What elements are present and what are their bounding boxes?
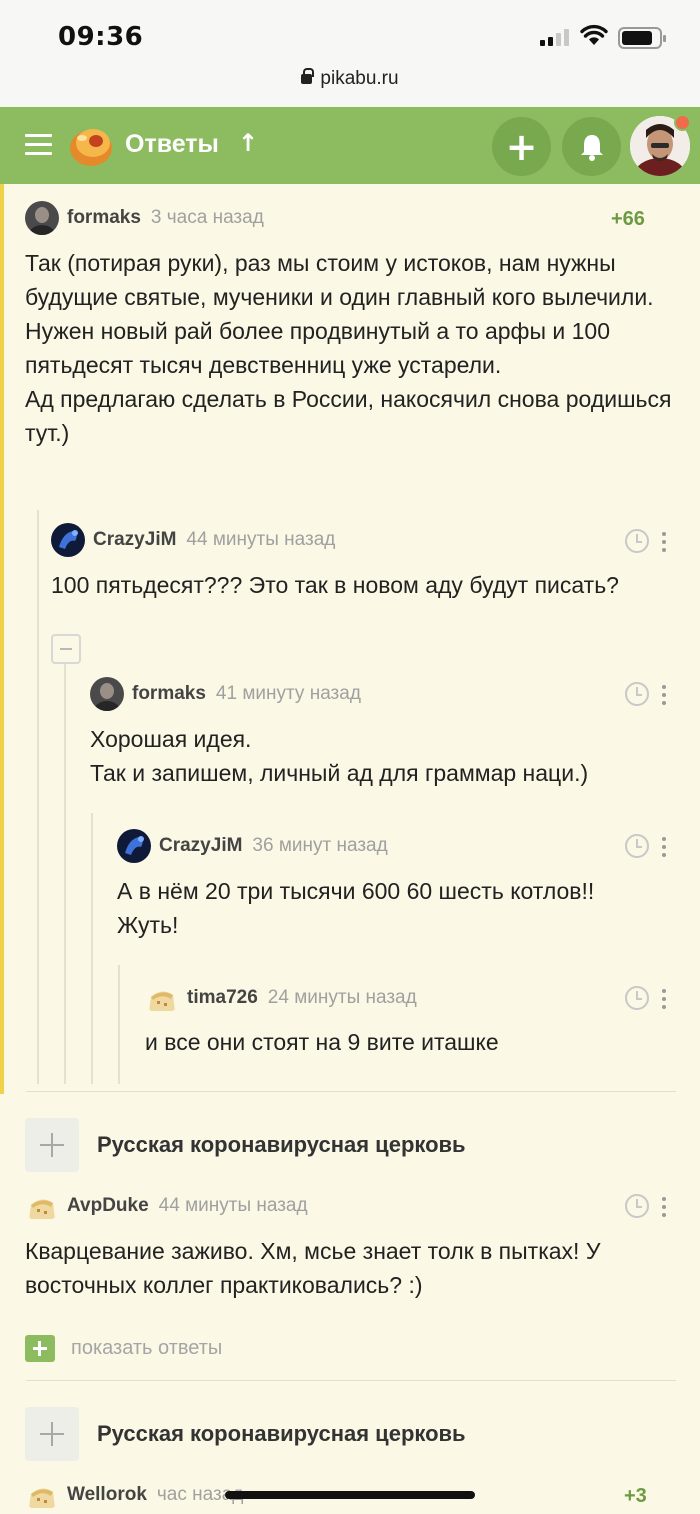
- comment-author[interactable]: tima726: [187, 987, 258, 1009]
- pikabu-logo-icon[interactable]: [68, 122, 114, 168]
- plus-icon: +: [505, 124, 538, 169]
- address-bar[interactable]: pikabu.ru: [0, 68, 700, 90]
- comment-header: tima726 24 минуты назад: [145, 981, 417, 1015]
- avatar[interactable]: [145, 981, 179, 1015]
- notifications-button[interactable]: [562, 117, 621, 176]
- comment-time[interactable]: 36 минут назад: [252, 835, 387, 857]
- more-options-icon[interactable]: [662, 532, 666, 552]
- clock-icon[interactable]: [625, 1194, 649, 1218]
- status-bar: 09:36 pikabu.ru: [0, 0, 700, 107]
- community-title[interactable]: Русская коронавирусная церковь: [97, 1421, 466, 1447]
- comment-time[interactable]: 3 часа назад: [151, 207, 264, 229]
- notification-dot: [674, 114, 691, 131]
- url-text: pikabu.ru: [320, 68, 399, 89]
- avatar[interactable]: [25, 1478, 59, 1512]
- comment-header: AvpDuke 44 минуты назад: [25, 1189, 308, 1223]
- show-replies-label: показать ответы: [71, 1337, 223, 1359]
- comment-rating: +66: [611, 208, 645, 230]
- thread-line[interactable]: [91, 813, 93, 1084]
- comment-text: Кварцевание заживо. Хм, мсье знает толк …: [25, 1238, 601, 1298]
- comment-header: CrazyJiM 36 минут назад: [117, 829, 388, 863]
- community-title[interactable]: Русская коронавирусная церковь: [97, 1132, 466, 1158]
- comment-time[interactable]: 44 минуты назад: [186, 529, 335, 551]
- more-options-icon[interactable]: [662, 989, 666, 1009]
- arrow-up-icon[interactable]: ↑: [238, 129, 258, 157]
- clock-time: 09:36: [58, 22, 144, 52]
- lock-icon: [301, 68, 315, 84]
- comment-author[interactable]: AvpDuke: [67, 1195, 149, 1217]
- avatar[interactable]: [51, 523, 85, 557]
- avatar[interactable]: [90, 677, 124, 711]
- collapse-thread-button[interactable]: [51, 634, 81, 664]
- plus-icon: [25, 1335, 55, 1362]
- divider: [26, 1380, 676, 1381]
- page-title[interactable]: Ответы: [125, 130, 219, 159]
- plus-icon[interactable]: [25, 1118, 79, 1172]
- comment-author[interactable]: Wellorok: [67, 1484, 147, 1506]
- comment-text: Хорошая идея. Так и запишем, личный ад д…: [90, 726, 589, 786]
- community-row[interactable]: Русская коронавирусная церковь: [25, 1407, 466, 1461]
- more-options-icon[interactable]: [662, 837, 666, 857]
- comment-author[interactable]: formaks: [132, 683, 206, 705]
- comment-author[interactable]: CrazyJiM: [159, 835, 242, 857]
- clock-icon[interactable]: [625, 986, 649, 1010]
- avatar[interactable]: [117, 829, 151, 863]
- comment-text: 100 пятьдесят??? Это так в новом аду буд…: [51, 572, 619, 598]
- comment-rating: +3: [624, 1485, 647, 1507]
- comment-header: formaks 41 минуту назад: [90, 677, 361, 711]
- comment-header: Wellorok час назад: [25, 1478, 243, 1512]
- avatar[interactable]: [25, 1189, 59, 1223]
- comment-author[interactable]: formaks: [67, 207, 141, 229]
- comment-time[interactable]: 44 минуты назад: [159, 1195, 308, 1217]
- app-header: Ответы ↑ +: [0, 107, 700, 184]
- thread-accent-stripe: [0, 184, 4, 1094]
- cellular-signal-icon: [540, 28, 569, 46]
- community-row[interactable]: Русская коронавирусная церковь: [25, 1118, 466, 1172]
- more-options-icon[interactable]: [662, 1197, 666, 1217]
- bell-icon: [580, 134, 603, 161]
- clock-icon[interactable]: [625, 834, 649, 858]
- show-replies-button[interactable]: показать ответы: [25, 1335, 222, 1362]
- plus-icon[interactable]: [25, 1407, 79, 1461]
- wifi-icon: [580, 24, 608, 45]
- clock-icon[interactable]: [625, 682, 649, 706]
- battery-icon: [618, 27, 666, 49]
- divider: [26, 1091, 676, 1092]
- clock-icon[interactable]: [625, 529, 649, 553]
- thread-line[interactable]: [37, 510, 39, 1084]
- comment-text: А в нём 20 три тысячи 600 60 шесть котло…: [117, 878, 595, 938]
- add-post-button[interactable]: +: [492, 117, 551, 176]
- comment-text: и все они стоят на 9 вите иташке: [145, 1029, 499, 1055]
- comment-time[interactable]: 24 минуты назад: [268, 987, 417, 1009]
- comment-time[interactable]: 41 минуту назад: [216, 683, 361, 705]
- comment-text: Так (потирая руки), раз мы стоим у исток…: [25, 250, 672, 446]
- thread-line[interactable]: [64, 664, 66, 1084]
- avatar[interactable]: [25, 201, 59, 235]
- comment-header: CrazyJiM 44 минуты назад: [51, 523, 335, 557]
- menu-icon[interactable]: [25, 134, 52, 155]
- more-options-icon[interactable]: [662, 685, 666, 705]
- thread-line[interactable]: [118, 965, 120, 1084]
- comment-header: formaks 3 часа назад: [25, 201, 264, 235]
- comment-author[interactable]: CrazyJiM: [93, 529, 176, 551]
- home-indicator[interactable]: [225, 1491, 475, 1499]
